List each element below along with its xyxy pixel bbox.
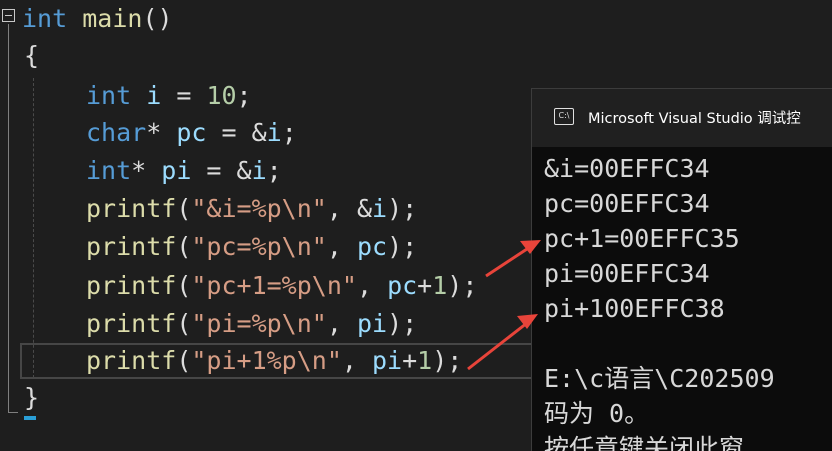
- arrow-line: [485, 245, 531, 278]
- arrow-to-pi-plus-1: [467, 314, 538, 371]
- arrow-line: [467, 321, 528, 371]
- annotation-arrows: [467, 240, 541, 371]
- arrow-to-pc-plus-1: [485, 240, 541, 278]
